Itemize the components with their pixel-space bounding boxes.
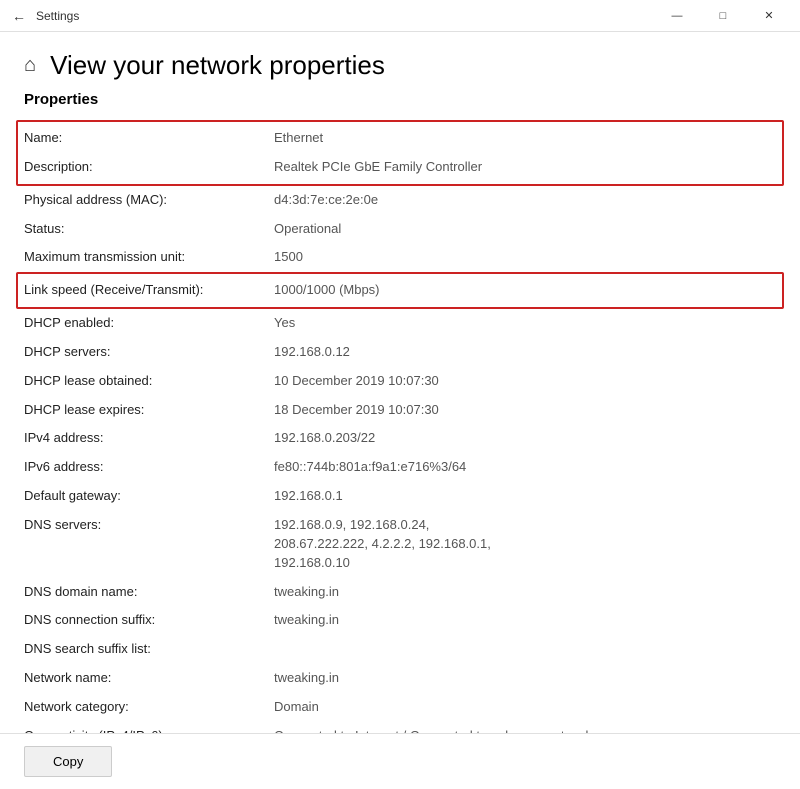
prop-value-status: Operational <box>274 220 776 239</box>
highlight-group-2: Link speed (Receive/Transmit): 1000/1000… <box>16 272 784 309</box>
prop-label-description: Description: <box>24 158 274 177</box>
table-row: Maximum transmission unit: 1500 <box>24 243 776 272</box>
prop-value-gateway: 192.168.0.1 <box>274 487 776 506</box>
prop-label-dhcp-enabled: DHCP enabled: <box>24 314 274 333</box>
page-title: View your network properties <box>50 50 385 81</box>
table-row: IPv4 address: 192.168.0.203/22 <box>24 424 776 453</box>
highlight-group-1: Name: Ethernet Description: Realtek PCIe… <box>16 120 784 186</box>
prop-value-dhcp-enabled: Yes <box>274 314 776 333</box>
table-row: DNS connection suffix: tweaking.in <box>24 606 776 635</box>
back-button[interactable]: ← <box>12 8 26 24</box>
table-row: Network name: tweaking.in <box>24 664 776 693</box>
table-row: DNS servers: 192.168.0.9, 192.168.0.24,2… <box>24 511 776 578</box>
table-row: Physical address (MAC): d4:3d:7e:ce:2e:0… <box>24 186 776 215</box>
home-icon[interactable]: ⌂ <box>24 54 36 77</box>
prop-value-dhcp-obtained: 10 December 2019 10:07:30 <box>274 372 776 391</box>
prop-label-dns-servers: DNS servers: <box>24 516 274 573</box>
prop-label-dns-suffix: DNS connection suffix: <box>24 611 274 630</box>
prop-value-dns-domain: tweaking.in <box>274 583 776 602</box>
app-header: ⌂ View your network properties <box>0 32 800 91</box>
prop-label-status: Status: <box>24 220 274 239</box>
properties-table: Name: Ethernet Description: Realtek PCIe… <box>24 120 776 733</box>
prop-value-mac: d4:3d:7e:ce:2e:0e <box>274 191 776 210</box>
prop-value-dns-servers: 192.168.0.9, 192.168.0.24,208.67.222.222… <box>274 516 776 573</box>
prop-label-dhcp-obtained: DHCP lease obtained: <box>24 372 274 391</box>
prop-value-linkspeed: 1000/1000 (Mbps) <box>274 281 776 300</box>
title-bar-left: ← Settings <box>12 8 79 24</box>
prop-value-network-name: tweaking.in <box>274 669 776 688</box>
prop-label-mtu: Maximum transmission unit: <box>24 248 274 267</box>
table-row: Status: Operational <box>24 215 776 244</box>
copy-button[interactable]: Copy <box>24 746 112 777</box>
title-bar: ← Settings — □ ✕ <box>0 0 800 32</box>
prop-label-name: Name: <box>24 129 274 148</box>
prop-label-ipv6: IPv6 address: <box>24 458 274 477</box>
table-row: DNS search suffix list: <box>24 635 776 664</box>
prop-label-dhcp-servers: DHCP servers: <box>24 343 274 362</box>
minimize-button[interactable]: — <box>654 0 700 32</box>
prop-label-dns-domain: DNS domain name: <box>24 583 274 602</box>
prop-label-network-name: Network name: <box>24 669 274 688</box>
footer: Copy <box>0 733 800 789</box>
table-row: Connectivity (IPv4/IPv6): Connected to I… <box>24 722 776 733</box>
section-title: Properties <box>24 91 776 108</box>
title-bar-title: Settings <box>36 9 79 23</box>
title-bar-controls: — □ ✕ <box>654 0 792 32</box>
table-row: Name: Ethernet <box>24 124 776 153</box>
prop-value-description: Realtek PCIe GbE Family Controller <box>274 158 776 177</box>
prop-value-dhcp-expires: 18 December 2019 10:07:30 <box>274 401 776 420</box>
prop-label-ipv4: IPv4 address: <box>24 429 274 448</box>
content-area: Properties Name: Ethernet Description: R… <box>0 91 800 733</box>
prop-value-dhcp-servers: 192.168.0.12 <box>274 343 776 362</box>
maximize-button[interactable]: □ <box>700 0 746 32</box>
table-row: DNS domain name: tweaking.in <box>24 578 776 607</box>
prop-value-ipv4: 192.168.0.203/22 <box>274 429 776 448</box>
table-row: Network category: Domain <box>24 693 776 722</box>
prop-label-linkspeed: Link speed (Receive/Transmit): <box>24 281 274 300</box>
table-row: DHCP enabled: Yes <box>24 309 776 338</box>
table-row: DHCP servers: 192.168.0.12 <box>24 338 776 367</box>
prop-value-network-category: Domain <box>274 698 776 717</box>
prop-label-network-category: Network category: <box>24 698 274 717</box>
prop-value-name: Ethernet <box>274 129 776 148</box>
table-row: IPv6 address: fe80::744b:801a:f9a1:e716%… <box>24 453 776 482</box>
prop-label-dhcp-expires: DHCP lease expires: <box>24 401 274 420</box>
prop-value-mtu: 1500 <box>274 248 776 267</box>
table-row: DHCP lease obtained: 10 December 2019 10… <box>24 367 776 396</box>
prop-value-dns-suffix: tweaking.in <box>274 611 776 630</box>
prop-value-dns-search <box>274 640 776 659</box>
prop-label-mac: Physical address (MAC): <box>24 191 274 210</box>
table-row: Description: Realtek PCIe GbE Family Con… <box>24 153 776 182</box>
prop-value-ipv6: fe80::744b:801a:f9a1:e716%3/64 <box>274 458 776 477</box>
close-button[interactable]: ✕ <box>746 0 792 32</box>
prop-label-gateway: Default gateway: <box>24 487 274 506</box>
table-row: DHCP lease expires: 18 December 2019 10:… <box>24 396 776 425</box>
table-row: Default gateway: 192.168.0.1 <box>24 482 776 511</box>
table-row: Link speed (Receive/Transmit): 1000/1000… <box>24 276 776 305</box>
prop-label-dns-search: DNS search suffix list: <box>24 640 274 659</box>
